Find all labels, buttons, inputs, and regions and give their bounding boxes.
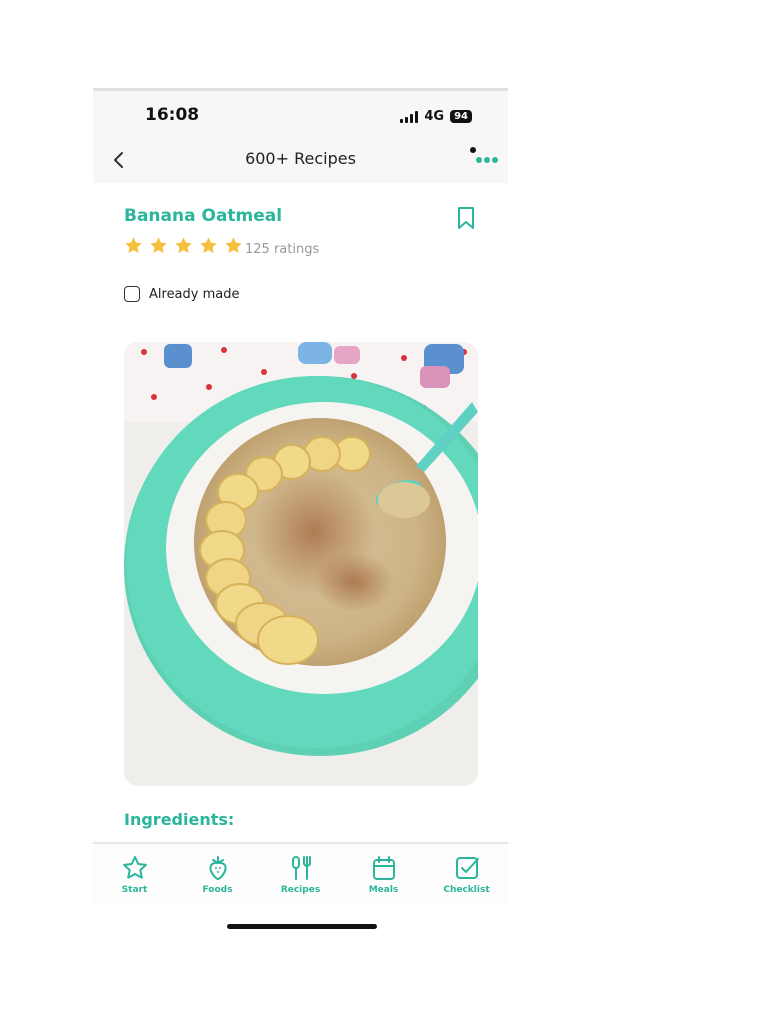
tab-start[interactable]: Start [93,844,176,904]
signal-icon [400,110,419,123]
checkbox-icon [455,857,479,879]
bookmark-button[interactable] [455,206,477,230]
star-icon [175,237,192,253]
more-button[interactable] [470,147,500,169]
status-indicators: 4G 94 [400,109,472,124]
recipe-photo [124,342,478,786]
tab-checklist[interactable]: Checklist [425,844,508,904]
tab-label: Meals [368,885,399,895]
utensils-icon [291,856,311,880]
star-icon [125,237,142,253]
tab-label: Foods [202,885,233,895]
oatmeal-bowl-image [124,342,478,786]
star-icon [122,856,147,879]
page-title: 600+ Recipes [245,149,356,168]
ingredients-heading: Ingredients: [124,810,235,829]
battery-icon: 94 [450,110,472,123]
tab-meals[interactable]: Meals [342,844,425,904]
status-time: 16:08 [145,105,200,125]
tab-label: Recipes [280,885,321,895]
bottom-tab-bar: Start Foods Recipes Meals Checklist [93,844,508,904]
home-indicator[interactable] [227,924,377,929]
already-made-checkbox[interactable] [124,286,140,302]
star-icon [150,237,167,253]
calendar-icon [372,856,395,880]
tab-foods[interactable]: Foods [176,844,259,904]
ratings-count: 125 ratings [245,242,320,257]
recipe-title: Banana Oatmeal [124,206,283,226]
star-icon [200,237,217,253]
network-label: 4G [424,109,445,124]
tab-recipes[interactable]: Recipes [259,844,342,904]
tab-label: Checklist [443,885,490,895]
already-made-label: Already made [149,286,240,302]
bookmark-icon [458,207,474,229]
star-icon [225,237,242,253]
rating-stars [124,236,243,255]
app-header: 16:08 4G 94 600+ Recipes [93,91,508,183]
tab-label: Start [121,885,148,895]
more-dots-icon [470,147,498,163]
already-made-row[interactable]: Already made [124,286,240,302]
strawberry-icon [208,856,227,881]
